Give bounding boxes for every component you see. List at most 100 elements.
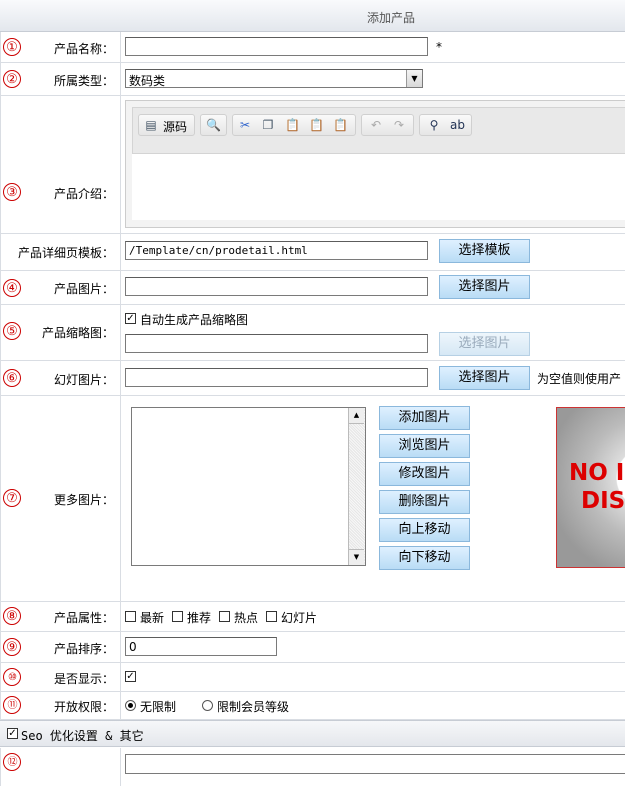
step-number: ⑫ [3,753,21,771]
slide-image-hint: 为空值则使用产 [537,372,622,386]
row-more-images: ⑦ 更多图片： ▲ ▼ 添加图片 浏览图片 修改图片 删除图片 向上移动 向下移… [0,396,625,602]
page-title: 添加产品 [367,11,416,25]
sort-input[interactable]: 0 [125,637,277,656]
perm-unlimited-label: 无限制 [140,700,177,714]
choose-image-button[interactable]: 选择图片 [439,275,530,299]
template-label: 产品详细页模板： [17,246,114,260]
thumbnail-input[interactable] [125,334,428,353]
step-number: ⑧ [3,607,21,625]
row-thumbnail: ⑤ 产品缩略图： ✓ 自动生成产品缩略图 选择图片 [0,305,625,361]
attr-recommended-checkbox[interactable] [172,611,183,622]
move-up-button[interactable]: 向上移动 [379,518,470,542]
category-selected-value: 数码类 [129,74,166,88]
page: 添加产品 ① 产品名称： * ② 所属类型： 数码类 ▼ ③ 产品介绍： ▤ 源… [0,0,625,786]
auto-thumbnail-checkbox[interactable]: ✓ [125,313,136,324]
row-permission: ⑪ 开放权限： 无限制 限制会员等级 [0,692,625,720]
choose-thumbnail-button[interactable]: 选择图片 [439,332,530,356]
step-number: ⑨ [3,638,21,656]
product-name-input[interactable] [125,37,428,56]
cut-icon[interactable]: ✂ [238,118,252,132]
template-input[interactable]: /Template/cn/prodetail.html [125,241,428,260]
row-slide-image: ⑥ 幻灯图片： 选择图片 为空值则使用产 [0,361,625,396]
attr-hot-checkbox[interactable] [219,611,230,622]
chevron-down-icon[interactable]: ▼ [406,70,422,87]
perm-unlimited-radio[interactable] [125,700,136,711]
document-icon: ▤ [145,118,157,132]
row-12: ⑫ [0,748,625,786]
scroll-up-icon[interactable]: ▲ [349,408,364,424]
paste-word-icon[interactable]: 📋 [333,118,348,132]
row-sort: ⑨ 产品排序： 0 [0,632,625,663]
delete-image-button[interactable]: 删除图片 [379,490,470,514]
redo-icon[interactable]: ↷ [392,118,406,132]
choose-template-button[interactable]: 选择模板 [439,239,530,263]
undo-icon[interactable]: ↶ [369,118,383,132]
find-toolbar-group: ⚲ ab [419,114,472,136]
row-category: ② 所属类型： 数码类 ▼ [0,63,625,96]
replace-icon[interactable]: ab [450,118,465,132]
perm-member-level-radio[interactable] [202,700,213,711]
paste-icon[interactable]: 📋 [285,118,300,132]
scroll-down-icon[interactable]: ▼ [349,549,364,565]
browse-image-button[interactable]: 浏览图片 [379,434,470,458]
editor-content[interactable] [132,153,625,220]
required-mark: * [436,40,442,54]
preview-icon: 🔍 [206,118,221,132]
attr-newest-label: 最新 [140,611,165,625]
category-select[interactable]: 数码类 ▼ [125,69,423,88]
step-number: ⑦ [3,489,21,507]
row-product-name: ① 产品名称： * [0,32,625,63]
add-image-button[interactable]: 添加图片 [379,406,470,430]
attr-slide-label: 幻灯片 [281,611,318,625]
preview-text-line2: DIS [581,488,625,514]
row-12-input[interactable] [125,754,625,774]
row-show: ⑩ 是否显示： ✓ [0,663,625,692]
panel-header: 添加产品 [0,0,625,32]
show-label: 是否显示： [53,672,114,686]
list-scrollbar[interactable]: ▲ ▼ [348,408,365,565]
clipboard-toolbar-group: ✂ ❐ 📋 📋 📋 [232,114,356,136]
copy-icon[interactable]: ❐ [261,118,275,132]
preview-text-line1: NO I [569,460,625,486]
history-toolbar-group: ↶ ↷ [361,114,414,136]
preview-button[interactable]: 🔍 [200,114,227,136]
edit-image-button[interactable]: 修改图片 [379,462,470,486]
seo-checkbox[interactable]: ✓ [7,728,18,739]
perm-member-level-label: 限制会员等级 [217,700,290,714]
category-label: 所属类型： [53,74,114,88]
seo-label: Seo 优化设置 & 其它 [21,729,144,743]
step-number: ④ [3,279,21,297]
thumbnail-label: 产品缩略图： [41,326,114,340]
row-intro: ③ 产品介绍： ▤ 源码 🔍 ✂ ❐ 📋 📋 📋 ↶ ↷ ⚲ ab [0,96,625,234]
step-number: ⑤ [3,322,21,340]
attr-hot-label: 热点 [234,611,259,625]
more-images-label: 更多图片： [53,493,114,507]
row-attributes: ⑧ 产品属性： 最新 推荐 热点 幻灯片 [0,602,625,632]
slide-image-input[interactable] [125,368,428,387]
step-number: ⑩ [3,668,21,686]
move-down-button[interactable]: 向下移动 [379,546,470,570]
find-icon[interactable]: ⚲ [427,118,441,132]
attr-newest-checkbox[interactable] [125,611,136,622]
product-image-input[interactable] [125,277,428,296]
attr-slide-checkbox[interactable] [266,611,277,622]
attr-recommended-label: 推荐 [187,611,212,625]
step-number: ⑥ [3,369,21,387]
image-preview: NO I DIS [556,407,625,568]
more-images-list[interactable]: ▲ ▼ [131,407,366,566]
intro-label: 产品介绍： [53,187,114,201]
attributes-label: 产品属性： [53,611,114,625]
step-number: ① [3,38,21,56]
seo-section-toggle[interactable]: ✓ Seo 优化设置 & 其它 [0,720,625,747]
row-template: 产品详细页模板： /Template/cn/prodetail.html 选择模… [0,234,625,271]
paste-text-icon[interactable]: 📋 [309,118,324,132]
source-label: 源码 [163,120,188,134]
step-number: ③ [3,183,21,201]
product-image-label: 产品图片： [53,282,114,296]
permission-label: 开放权限： [53,700,114,714]
choose-slide-image-button[interactable]: 选择图片 [439,366,530,390]
row-product-image: ④ 产品图片： 选择图片 [0,271,625,305]
show-checkbox[interactable]: ✓ [125,671,136,682]
source-button[interactable]: ▤ 源码 [138,114,195,136]
slide-image-label: 幻灯图片： [53,373,114,387]
